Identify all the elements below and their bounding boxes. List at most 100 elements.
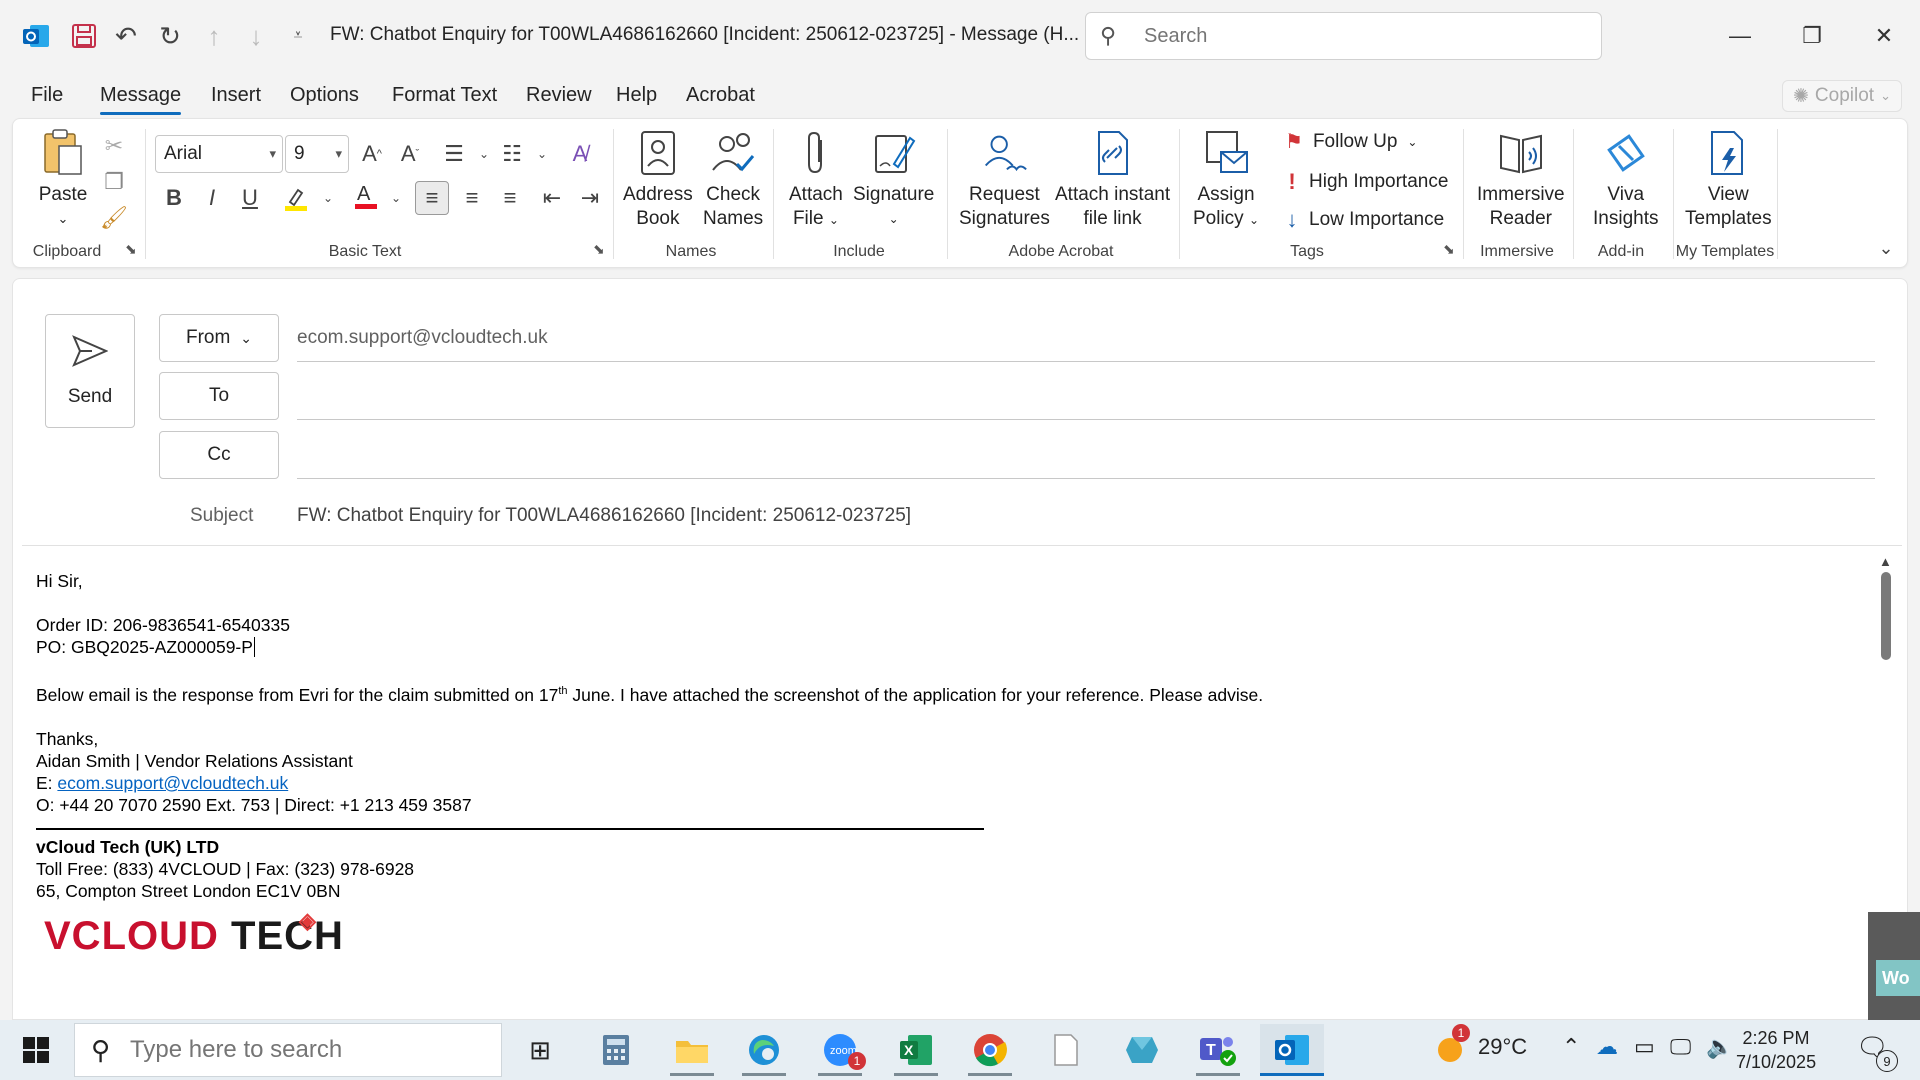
bullets-icon[interactable]: ☰: [437, 137, 471, 171]
undo-icon[interactable]: ↶: [108, 18, 144, 54]
viva-insights-button[interactable]: Viva Insights: [1593, 127, 1658, 231]
check-names-button[interactable]: Check Names: [703, 127, 763, 231]
outlook-taskbar-icon[interactable]: [1260, 1024, 1324, 1076]
attach-file-button[interactable]: Attach File ⌄: [789, 127, 843, 232]
cut-icon[interactable]: ✂: [97, 129, 131, 163]
customize-toolbar-icon[interactable]: ⩡: [280, 18, 316, 54]
chevron-down-icon[interactable]: ⌄: [379, 181, 413, 215]
from-field[interactable]: ecom.support@vcloudtech.uk: [297, 314, 1875, 362]
excel-icon[interactable]: X: [884, 1024, 948, 1076]
attach-instant-link-button[interactable]: Attach instant file link: [1055, 127, 1170, 231]
to-button[interactable]: To: [159, 372, 279, 420]
scroll-up-icon[interactable]: ▲: [1879, 554, 1892, 569]
request-signatures-button[interactable]: Request Signatures: [959, 127, 1050, 231]
cc-field[interactable]: [297, 431, 1875, 479]
taskbar-clock[interactable]: 2:26 PM 7/10/2025: [1736, 1026, 1816, 1074]
redo-icon[interactable]: ↻: [152, 18, 188, 54]
view-templates-button[interactable]: View Templates: [1685, 127, 1772, 231]
show-hidden-icons-icon[interactable]: ⌃: [1562, 1034, 1580, 1060]
tab-format-text[interactable]: Format Text: [392, 84, 497, 107]
decrease-indent-icon[interactable]: ⇤: [535, 181, 569, 215]
subject-field[interactable]: FW: Chatbot Enquiry for T00WLA4686162660…: [297, 505, 911, 527]
to-field[interactable]: [297, 372, 1875, 420]
subject-label: Subject: [190, 505, 254, 526]
follow-up-button[interactable]: ⚑ Follow Up ⌄: [1285, 129, 1417, 154]
notification-center-icon[interactable]: 🗨 9: [1856, 1032, 1898, 1072]
file-explorer-icon[interactable]: [660, 1024, 724, 1076]
tags-launcher-icon[interactable]: ⬊: [1443, 241, 1455, 258]
outlook-icon[interactable]: [18, 18, 54, 54]
tab-review[interactable]: Review: [526, 84, 592, 107]
italic-icon[interactable]: I: [195, 181, 229, 215]
chevron-down-icon[interactable]: ⌄: [525, 137, 559, 171]
ribbon-collapse-icon[interactable]: ⌄: [1869, 231, 1903, 265]
background-window-edge[interactable]: Wo: [1868, 912, 1920, 1020]
search-input[interactable]: [1144, 24, 1564, 48]
taskbar-search[interactable]: ⚲: [74, 1023, 502, 1077]
highlight-icon[interactable]: [279, 181, 313, 215]
chevron-down-icon[interactable]: ⌄: [311, 181, 345, 215]
send-button[interactable]: Send: [45, 314, 135, 428]
weather-widget[interactable]: 1 29°C: [1434, 1024, 1527, 1064]
signature-button[interactable]: Signature ⌄: [853, 127, 934, 231]
battery-icon[interactable]: ▭: [1634, 1034, 1655, 1060]
underline-icon[interactable]: U: [233, 181, 267, 215]
cc-button[interactable]: Cc: [159, 431, 279, 479]
font-size-combo[interactable]: 9 ▾: [285, 135, 349, 173]
calculator-icon[interactable]: [584, 1024, 648, 1076]
align-center-icon[interactable]: ≡: [455, 181, 489, 215]
tab-help[interactable]: Help: [616, 84, 657, 107]
save-icon[interactable]: [66, 18, 102, 54]
numbering-icon[interactable]: ☷: [495, 137, 529, 171]
bold-icon[interactable]: B: [157, 181, 191, 215]
immersive-reader-button[interactable]: Immersive Reader: [1477, 127, 1565, 231]
align-right-icon[interactable]: ≡: [493, 181, 527, 215]
volume-icon[interactable]: 🔈: [1706, 1034, 1733, 1060]
restore-button[interactable]: ❐: [1782, 14, 1842, 58]
close-button[interactable]: ✕: [1854, 14, 1914, 58]
signature-divider: [36, 827, 984, 830]
paste-button[interactable]: Paste ⌄: [37, 127, 89, 231]
from-button[interactable]: From ⌄: [159, 314, 279, 362]
next-item-icon[interactable]: ↓: [238, 18, 274, 54]
align-left-icon[interactable]: ≡: [415, 181, 449, 215]
low-importance-button[interactable]: ↓ Low Importance: [1285, 207, 1445, 233]
minimize-button[interactable]: —: [1710, 14, 1770, 58]
clipboard-launcher-icon[interactable]: ⬊: [125, 241, 137, 258]
tab-options[interactable]: Options: [290, 84, 359, 107]
basic-text-launcher-icon[interactable]: ⬊: [593, 241, 605, 258]
grow-font-icon[interactable]: A ^: [355, 137, 389, 171]
tab-insert[interactable]: Insert: [211, 84, 261, 107]
increase-indent-icon[interactable]: ⇥: [573, 181, 607, 215]
network-icon[interactable]: 🖵: [1670, 1034, 1691, 1060]
high-importance-button[interactable]: ! High Importance: [1285, 169, 1448, 195]
assign-policy-button[interactable]: Assign Policy ⌄: [1193, 127, 1259, 232]
edge-icon[interactable]: [732, 1024, 796, 1076]
windows-start-icon[interactable]: [12, 1030, 60, 1070]
chrome-icon[interactable]: [958, 1024, 1022, 1076]
shrink-font-icon[interactable]: Aˇ: [393, 137, 427, 171]
chevron-down-icon: ⌄: [888, 212, 899, 226]
address-book-button[interactable]: Address Book: [623, 127, 693, 231]
font-name-combo[interactable]: Arial ▾: [155, 135, 283, 173]
email-link[interactable]: ecom.support@vcloudtech.uk: [57, 773, 288, 793]
taskbar-search-input[interactable]: [130, 1036, 491, 1064]
app-diamond-icon[interactable]: [1110, 1024, 1174, 1076]
clear-formatting-icon[interactable]: A̸: [563, 137, 597, 171]
tab-file[interactable]: File: [31, 84, 63, 107]
tab-acrobat[interactable]: Acrobat: [686, 84, 755, 107]
scrollbar-thumb[interactable]: [1881, 572, 1891, 660]
onedrive-icon[interactable]: ☁: [1596, 1034, 1618, 1060]
zoom-icon[interactable]: zoom 1: [808, 1024, 872, 1076]
format-painter-icon[interactable]: 🖌: [97, 201, 131, 235]
copilot-button[interactable]: ✺ Copilot ⌄: [1782, 80, 1902, 112]
previous-item-icon[interactable]: ↑: [196, 18, 232, 54]
notepad-icon[interactable]: [1034, 1024, 1098, 1076]
tab-message[interactable]: Message: [100, 84, 182, 115]
copy-icon[interactable]: ❐: [97, 165, 131, 199]
search-box[interactable]: ⚲: [1085, 12, 1602, 60]
font-color-icon[interactable]: A: [349, 179, 383, 213]
task-view-icon[interactable]: ⊞: [508, 1024, 572, 1076]
message-body[interactable]: Hi Sir, Order ID: 206-9836541-6540335 PO…: [36, 570, 1856, 902]
teams-icon[interactable]: T: [1186, 1024, 1250, 1076]
